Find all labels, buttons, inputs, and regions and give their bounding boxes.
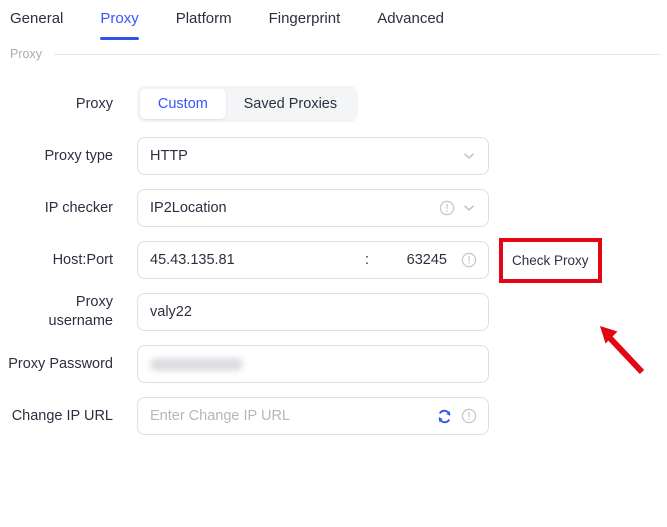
row-proxy-password: Proxy Password	[0, 345, 667, 383]
ip-checker-value: IP2Location	[150, 200, 227, 216]
row-host-port: Host:Port 45.43.135.81 : 63245 Check Pro…	[0, 237, 667, 283]
row-proxy-mode: Proxy Custom Saved Proxies	[0, 85, 667, 123]
section-header-proxy: Proxy	[0, 43, 667, 65]
proxy-username-value: valy22	[150, 304, 192, 320]
label-proxy-type: Proxy type	[44, 147, 114, 164]
label-proxy-username: Proxy username	[48, 294, 113, 329]
field-proxy-mode: Custom Saved Proxies	[137, 86, 358, 122]
host-input[interactable]: 45.43.135.81	[150, 252, 361, 268]
field-proxy-password	[137, 345, 489, 383]
change-ip-url-placeholder: Enter Change IP URL	[150, 408, 290, 424]
chevron-down-icon[interactable]	[461, 148, 477, 164]
field-proxy-type: HTTP	[137, 137, 489, 175]
tab-platform[interactable]: Platform	[176, 0, 232, 28]
label-host-port: Host:Port	[52, 251, 113, 268]
check-proxy-container: Check Proxy	[499, 237, 602, 283]
field-change-ip-url: Enter Change IP URL	[137, 397, 489, 435]
change-ip-url-input[interactable]: Enter Change IP URL	[137, 397, 489, 435]
check-proxy-button[interactable]: Check Proxy	[505, 246, 596, 274]
field-ip-checker: IP2Location	[137, 189, 489, 227]
proxy-password-input[interactable]	[137, 345, 489, 383]
refresh-icon[interactable]	[436, 408, 453, 425]
proxy-type-value: HTTP	[150, 148, 188, 164]
tab-fingerprint[interactable]: Fingerprint	[269, 0, 341, 28]
row-proxy-type: Proxy type HTTP	[0, 137, 667, 175]
tab-bar: General Proxy Platform Fingerprint Advan…	[0, 0, 667, 43]
segment-custom[interactable]: Custom	[140, 89, 226, 119]
tab-general[interactable]: General	[10, 0, 63, 28]
tab-proxy[interactable]: Proxy	[100, 0, 139, 40]
segment-saved-proxies[interactable]: Saved Proxies	[226, 89, 355, 119]
tab-fingerprint-label: Fingerprint	[268, 10, 341, 27]
info-icon[interactable]	[461, 252, 477, 268]
info-icon[interactable]	[461, 408, 477, 424]
row-change-ip-url: Change IP URL Enter Change IP URL	[0, 397, 667, 435]
host-port-input-group[interactable]: 45.43.135.81 : 63245	[137, 241, 489, 279]
label-proxy-password: Proxy Password	[8, 355, 113, 372]
section-divider	[53, 53, 661, 55]
row-proxy-username: Proxy username valy22	[0, 293, 667, 331]
tab-advanced-label: Advanced	[377, 10, 444, 27]
port-input[interactable]: 63245	[373, 252, 453, 268]
redacted-password-value	[150, 357, 243, 371]
tab-proxy-label: Proxy	[100, 10, 139, 27]
tab-platform-label: Platform	[175, 10, 232, 27]
tab-advanced[interactable]: Advanced	[377, 0, 444, 28]
tab-active-underline	[100, 37, 139, 40]
info-icon[interactable]	[439, 200, 455, 216]
field-proxy-username: valy22	[137, 293, 489, 331]
tab-general-label: General	[10, 10, 64, 27]
section-title: Proxy	[10, 47, 42, 61]
proxy-username-input[interactable]: valy22	[137, 293, 489, 331]
proxy-type-select[interactable]: HTTP	[137, 137, 489, 175]
host-port-separator: :	[364, 252, 369, 268]
proxy-form: Proxy Custom Saved Proxies Proxy type HT…	[0, 65, 667, 435]
field-host-port: 45.43.135.81 : 63245	[137, 241, 489, 279]
label-change-ip-url: Change IP URL	[11, 407, 113, 424]
label-proxy-mode: Proxy	[75, 95, 113, 112]
row-ip-checker: IP checker IP2Location	[0, 189, 667, 227]
chevron-down-icon[interactable]	[461, 200, 477, 216]
ip-checker-select[interactable]: IP2Location	[137, 189, 489, 227]
proxy-mode-segmented-control[interactable]: Custom Saved Proxies	[137, 86, 358, 122]
label-ip-checker: IP checker	[44, 199, 113, 216]
